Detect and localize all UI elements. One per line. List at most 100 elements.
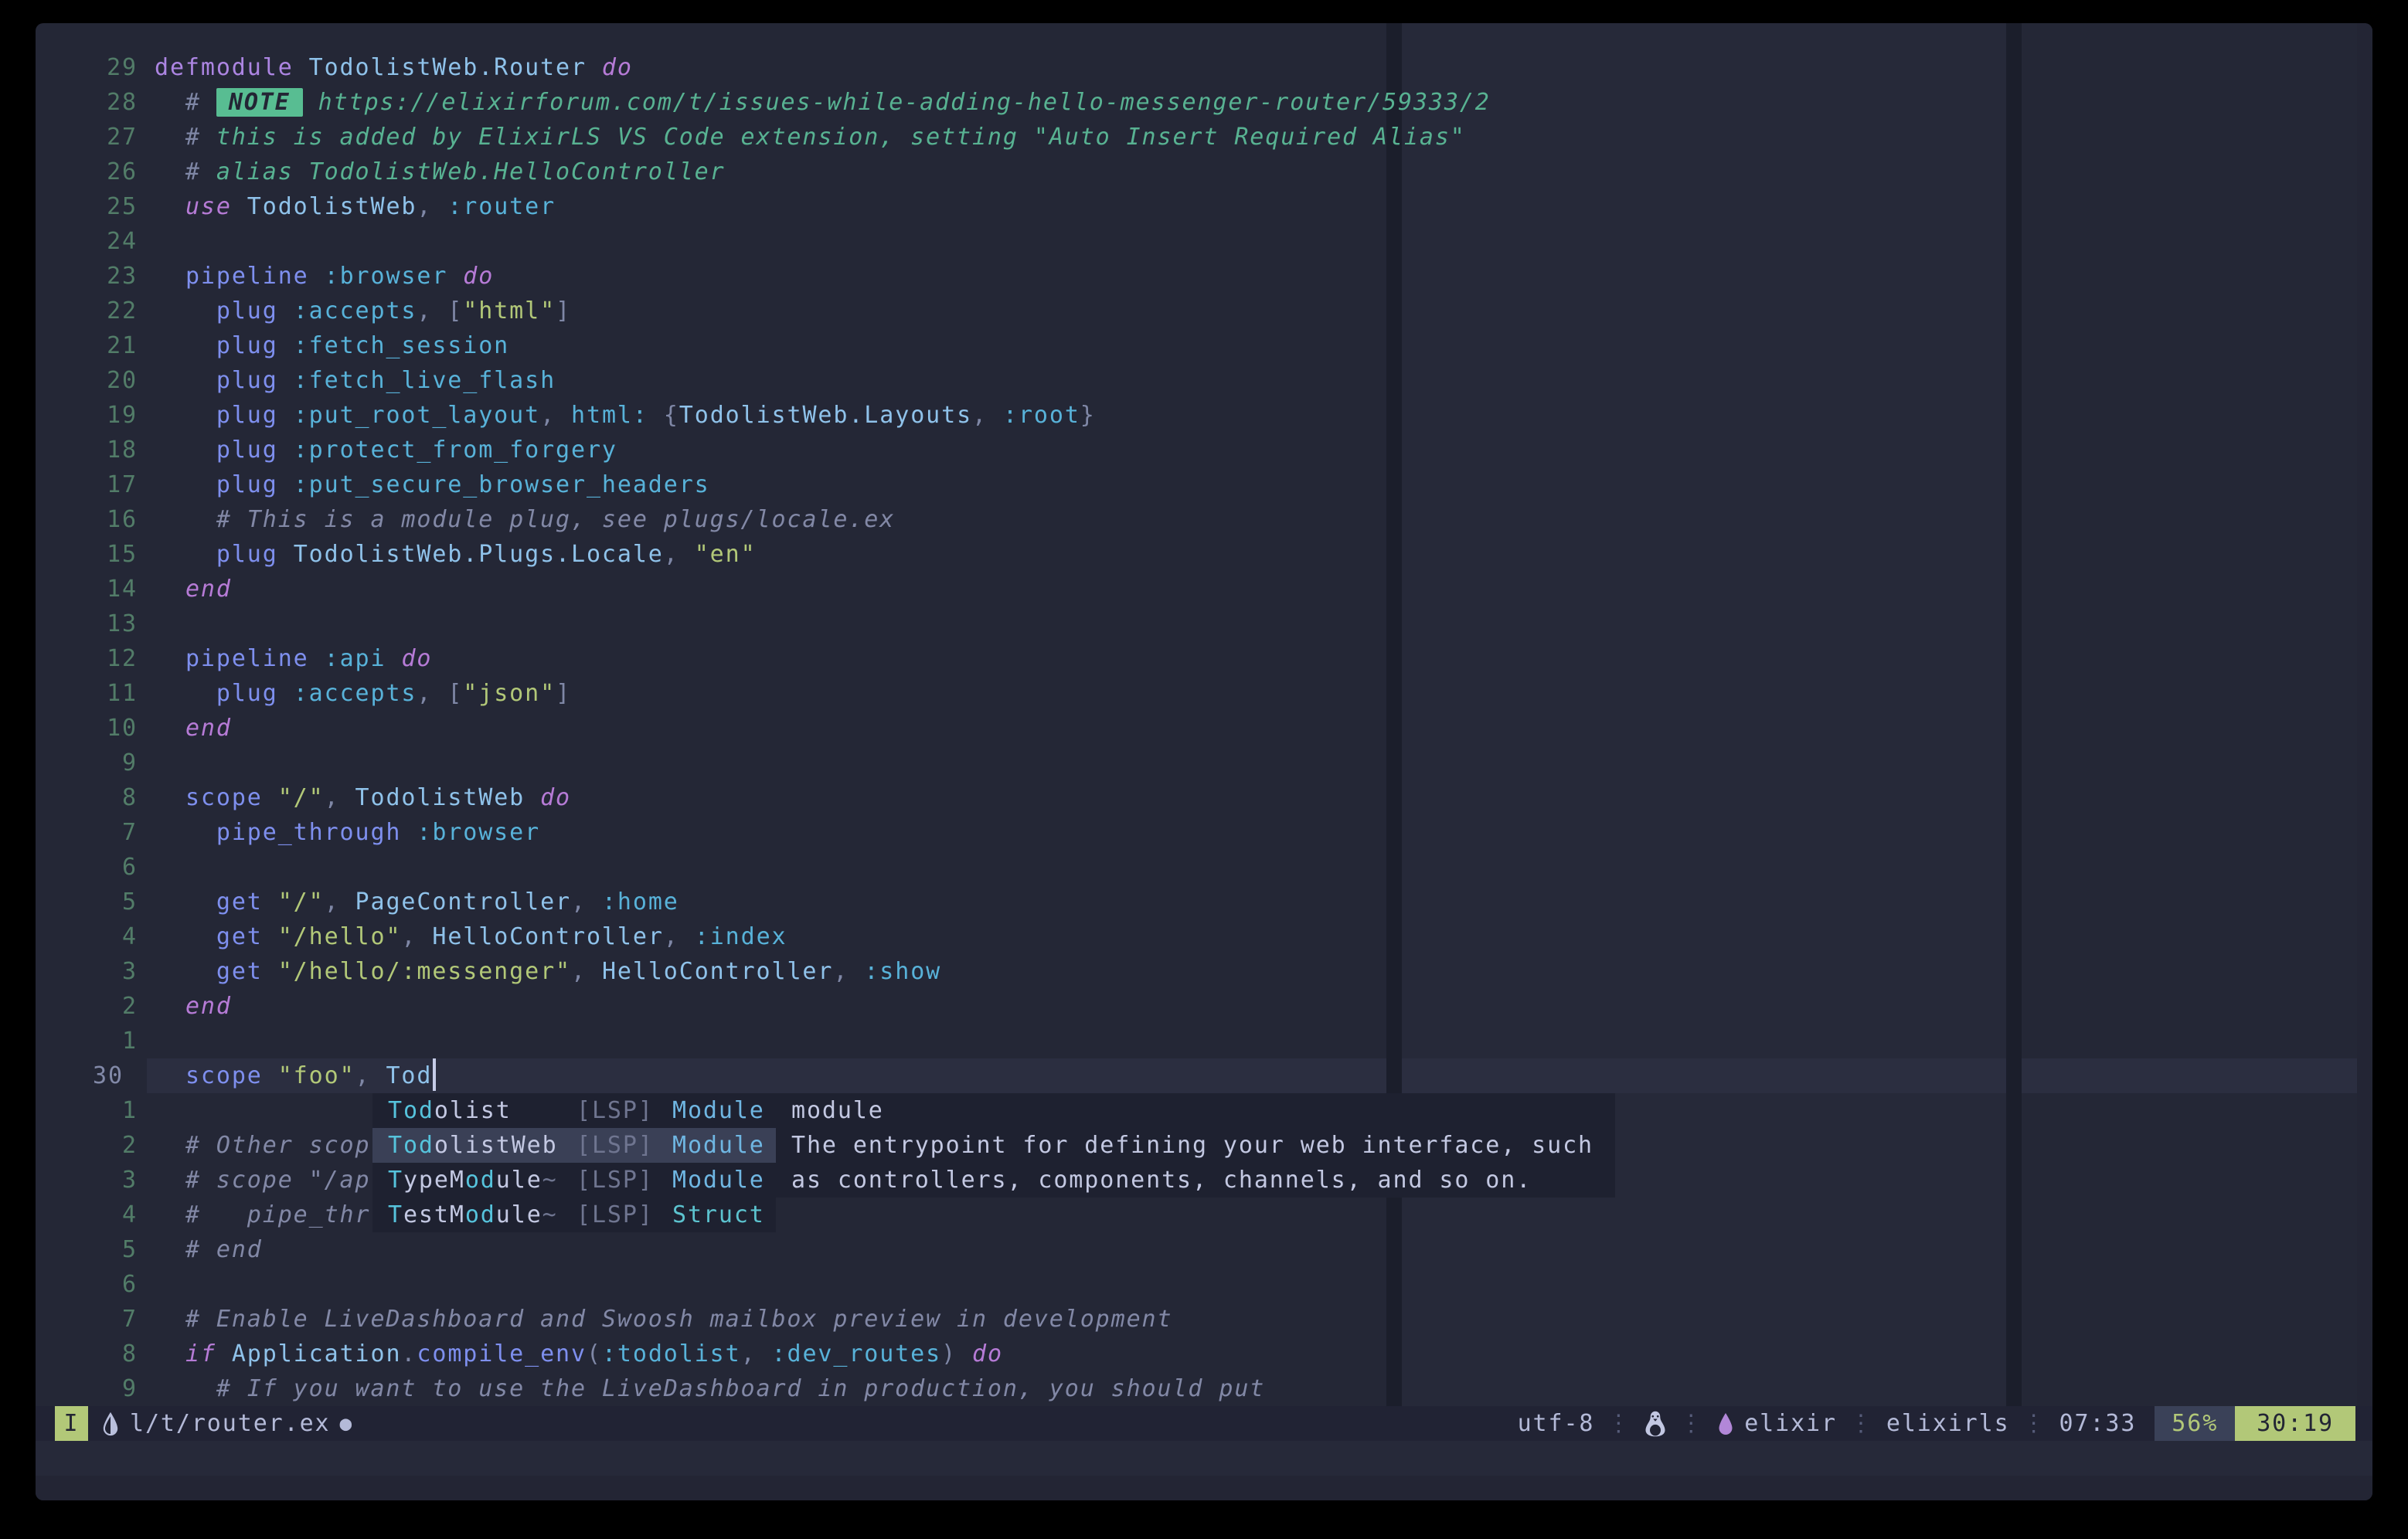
code-line[interactable]: 25 use TodolistWeb, :router [36,189,2372,224]
code-line[interactable]: 24 [36,224,2372,259]
code-text: end [155,711,2372,746]
code-line[interactable]: 29defmodule TodolistWeb.Router do [36,50,2372,85]
line-number: 6 [36,1267,155,1302]
code-line[interactable]: 13 [36,606,2372,641]
line-number: 22 [36,294,155,328]
command-line[interactable] [36,1441,2372,1476]
line-number: 24 [36,224,155,259]
code-line[interactable]: 22 plug :accepts, ["html"] [36,294,2372,328]
code-line[interactable]: 5 # end [36,1232,2372,1267]
line-number: 3 [36,1163,155,1198]
code-line[interactable]: 5 get "/", PageController, :home [36,885,2372,919]
bottom-padding [36,1476,2372,1500]
code-text [155,746,2372,780]
code-line[interactable]: 7 pipe_through :browser [36,815,2372,850]
scroll-percent: 56% [2155,1406,2235,1441]
line-number: 13 [36,606,155,641]
line-number: 3 [36,954,155,989]
code-text: scope "foo", Tod [155,1058,2372,1093]
code-line[interactable]: 18 plug :protect_from_forgery [36,433,2372,467]
code-line[interactable]: 8 scope "/", TodolistWeb do [36,780,2372,815]
code-line[interactable]: 12 pipeline :api do [36,641,2372,676]
code-text: plug :fetch_live_flash [155,363,2372,398]
code-line[interactable]: 8 if Application.compile_env(:todolist, … [36,1337,2372,1371]
line-number: 16 [36,502,155,537]
line-number: 20 [36,363,155,398]
code-text: plug :fetch_session [155,328,2372,363]
line-number: 30 [36,1058,155,1093]
code-line[interactable]: 1 [36,1024,2372,1058]
completion-popup[interactable]: Todolist[LSP]ModuleTodolistWeb[LSP]Modul… [372,1093,776,1232]
code-text: # this is added by ElixirLS VS Code exte… [155,120,2372,155]
code-text: plug :accepts, ["html"] [155,294,2372,328]
code-text: get "/", PageController, :home [155,885,2372,919]
code-line[interactable]: 14 end [36,572,2372,606]
completion-source: [LSP] [576,1163,672,1198]
code-line[interactable]: 6 [36,850,2372,885]
code-line[interactable]: 10 end [36,711,2372,746]
code-text: # This is a module plug, see plugs/local… [155,502,2372,537]
code-line[interactable]: 6 [36,1267,2372,1302]
code-line[interactable]: 9 # If you want to use the LiveDashboard… [36,1371,2372,1406]
code-line[interactable]: 11 plug :accepts, ["json"] [36,676,2372,711]
separator: ⋮ [2022,1410,2047,1437]
mode-indicator: I [55,1406,88,1441]
terminal-window: 29defmodule TodolistWeb.Router do28 # NO… [36,23,2372,1500]
code-line[interactable]: 4 get "/hello", HelloController, :index [36,919,2372,954]
line-number: 11 [36,676,155,711]
line-number: 9 [36,746,155,780]
completion-item[interactable]: TodolistWeb[LSP]Module [372,1128,776,1163]
line-number: 12 [36,641,155,676]
line-number: 29 [36,50,155,85]
completion-source: [LSP] [576,1128,672,1163]
code-text: pipe_through :browser [155,815,2372,850]
cursor-position: 30:19 [2235,1406,2355,1441]
code-line[interactable]: 17 plug :put_secure_browser_headers [36,467,2372,502]
code-text: # NOTE https://elixirforum.com/t/issues-… [155,85,2372,120]
code-text [155,224,2372,259]
code-line[interactable]: 26 # alias TodolistWeb.HelloController [36,155,2372,189]
encoding-label: utf-8 [1518,1410,1595,1437]
code-text: plug :put_root_layout, html: {TodolistWe… [155,398,2372,433]
completion-item[interactable]: TypeModule~[LSP]Module [372,1163,776,1198]
doc-text-line: module [776,1093,1615,1128]
line-number: 18 [36,433,155,467]
code-text: if Application.compile_env(:todolist, :d… [155,1337,2372,1371]
code-line[interactable]: 21 plug :fetch_session [36,328,2372,363]
code-line[interactable]: 19 plug :put_root_layout, html: {Todolis… [36,398,2372,433]
code-text: plug :protect_from_forgery [155,433,2372,467]
code-line[interactable]: 7 # Enable LiveDashboard and Swoosh mail… [36,1302,2372,1337]
code-line[interactable]: 28 # NOTE https://elixirforum.com/t/issu… [36,85,2372,120]
modified-indicator: ● [340,1412,354,1435]
completion-item[interactable]: Todolist[LSP]Module [372,1093,776,1128]
code-text [155,1267,2372,1302]
code-line[interactable]: 3 get "/hello/:messenger", HelloControll… [36,954,2372,989]
line-number: 4 [36,1198,155,1232]
line-number: 1 [36,1093,155,1128]
line-number: 19 [36,398,155,433]
line-number: 26 [36,155,155,189]
code-line[interactable]: 20 plug :fetch_live_flash [36,363,2372,398]
code-line[interactable]: 15 plug TodolistWeb.Plugs.Locale, "en" [36,537,2372,572]
separator: ⋮ [1607,1410,1631,1437]
code-text: pipeline :browser do [155,259,2372,294]
line-number: 7 [36,1302,155,1337]
completion-label: Todolist [388,1093,576,1128]
doc-text-line: as controllers, components, channels, an… [776,1163,1615,1198]
completion-item[interactable]: TestModule~[LSP]Struct [372,1198,776,1232]
line-number: 25 [36,189,155,224]
code-text: plug :accepts, ["json"] [155,676,2372,711]
code-line[interactable]: 2 end [36,989,2372,1024]
line-number: 1 [36,1024,155,1058]
code-line[interactable]: 23 pipeline :browser do [36,259,2372,294]
code-text: plug TodolistWeb.Plugs.Locale, "en" [155,537,2372,572]
code-line[interactable]: 9 [36,746,2372,780]
text-cursor [433,1058,436,1091]
code-line[interactable]: 16 # This is a module plug, see plugs/lo… [36,502,2372,537]
code-text: plug :put_secure_browser_headers [155,467,2372,502]
statusline-right: utf-8 ⋮ ⋮ elixir ⋮ elixirls ⋮ [1518,1406,2372,1441]
file-path: l/t/router.ex [130,1410,331,1437]
code-line[interactable]: 27 # this is added by ElixirLS VS Code e… [36,120,2372,155]
code-line[interactable]: 30 scope "foo", Tod [36,1058,2372,1093]
line-number: 7 [36,815,155,850]
